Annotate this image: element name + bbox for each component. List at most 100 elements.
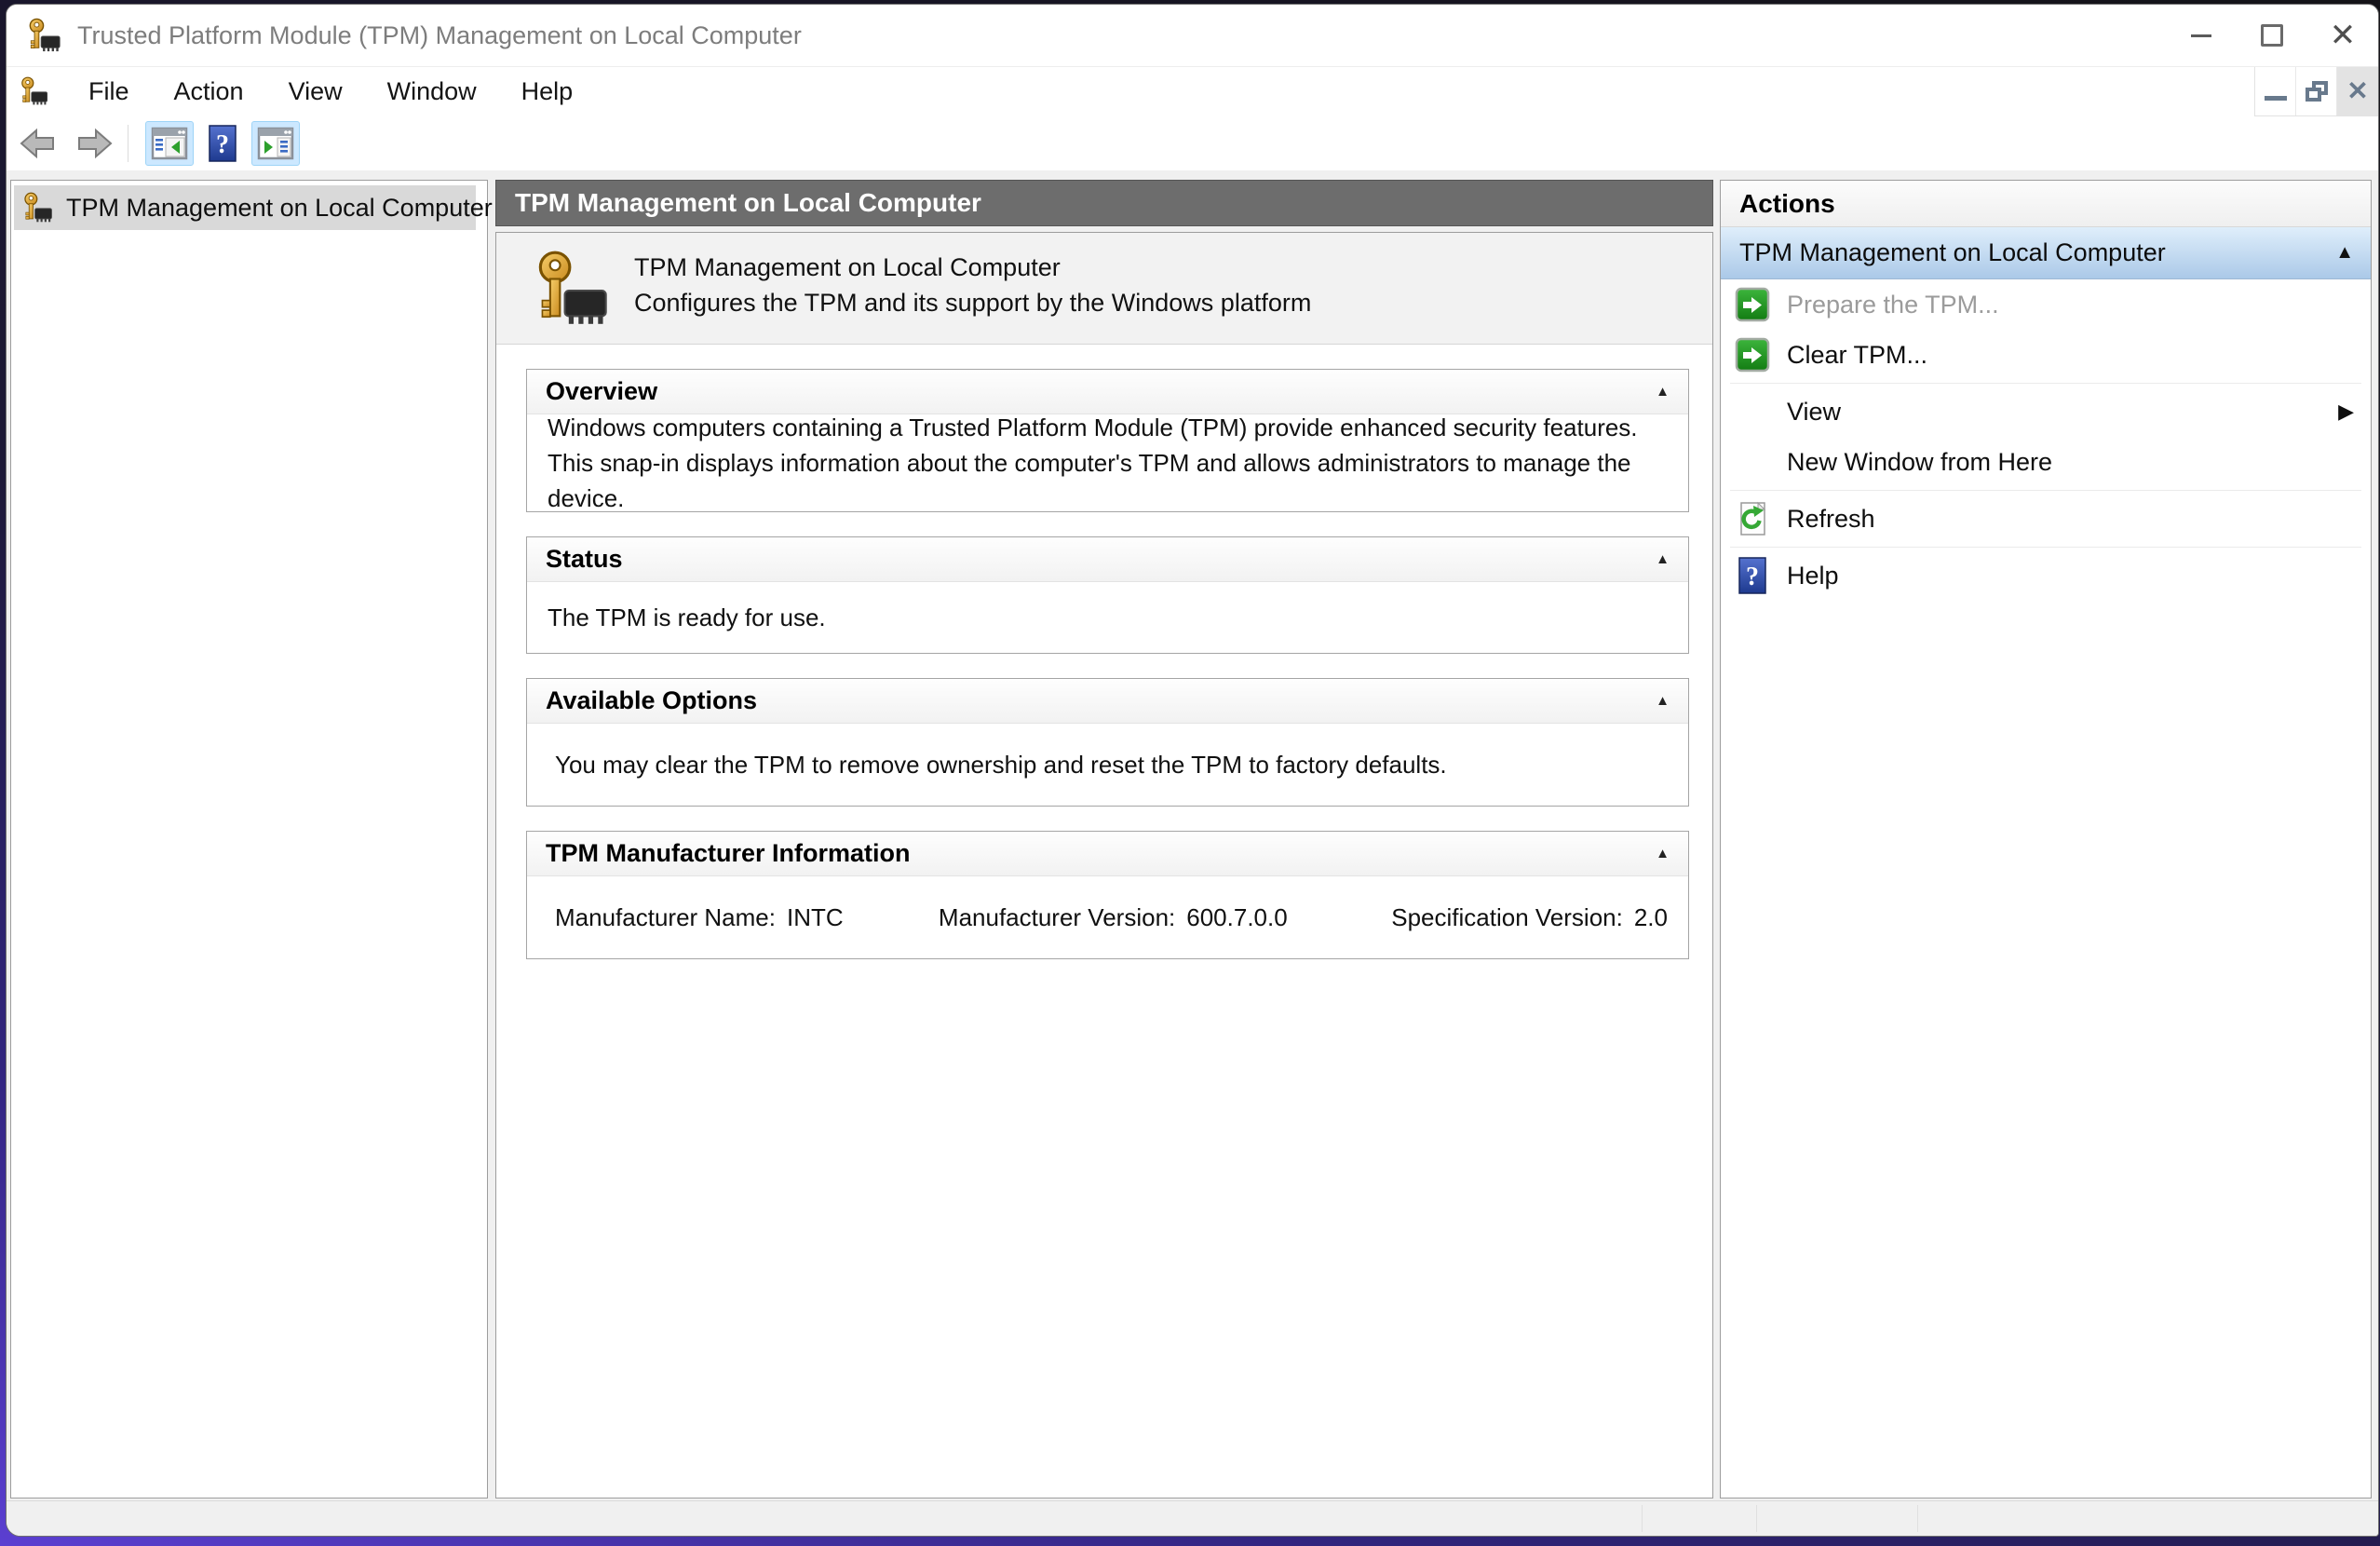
center-pane-header: TPM Management on Local Computer [495,180,1713,226]
options-text: You may clear the TPM to remove ownershi… [548,747,1447,782]
field-value: INTC [787,903,844,931]
statusbar-separator [1756,1505,1757,1532]
section-overview-header[interactable]: Overview ▲ [527,370,1688,414]
toolbar [7,116,2378,170]
tpm-key-icon-large [534,248,612,330]
menu-window[interactable]: Window [365,67,499,116]
console-tree-pane: TPM Management on Local Computer [10,180,488,1499]
collapse-icon[interactable]: ▲ [1656,551,1670,567]
field-label: Manufacturer Name: [555,903,776,931]
show-console-tree-button[interactable] [145,121,194,166]
status-bar [7,1500,2378,1536]
tpm-app-icon-small [20,76,49,106]
collapse-icon[interactable]: ▲ [1656,846,1670,861]
mmc-window: Trusted Platform Module (TPM) Management… [6,4,2379,1537]
tpm-app-icon [27,18,62,53]
actions-group-header[interactable]: TPM Management on Local Computer ▲ [1721,227,2371,279]
forward-icon [74,125,115,162]
field-label: Specification Version: [1391,903,1623,931]
section-overview-content: Windows computers containing a Trusted P… [527,414,1688,511]
actions-group-label: TPM Management on Local Computer [1739,238,2166,267]
manufacturer-name-field: Manufacturer Name: INTC [555,900,939,935]
action-new-window[interactable]: New Window from Here [1721,437,2371,487]
action-label: Prepare the TPM... [1787,291,1999,319]
tree-item-label: TPM Management on Local Computer [66,194,493,223]
console-close-button[interactable]: ✕ [2337,67,2378,115]
show-action-pane-button[interactable] [251,121,300,166]
section-title: Available Options [546,686,757,715]
green-arrow-icon [1734,336,1771,373]
center-pane-body: TPM Management on Local Computer Configu… [495,232,1713,1499]
action-refresh[interactable]: Refresh [1721,494,2371,544]
section-overview: Overview ▲ Windows computers containing … [526,369,1689,512]
close-icon: ✕ [2346,78,2368,104]
section-available-options-header[interactable]: Available Options ▲ [527,679,1688,724]
show-action-pane-icon [257,127,294,160]
help-icon [204,125,241,162]
section-title: TPM Manufacturer Information [546,839,911,868]
main-area: TPM Management on Local Computer TPM Man… [7,170,2378,1502]
actions-separator [1730,383,2361,384]
minimize-button[interactable] [2166,5,2237,66]
action-clear-tpm[interactable]: Clear TPM... [1721,330,2371,380]
maximize-button[interactable] [2237,5,2307,66]
action-help[interactable]: Help [1721,550,2371,601]
section-title: Status [546,545,623,574]
manufacturer-version-field: Manufacturer Version:600.7.0.0 [939,900,1391,935]
green-arrow-icon [1734,286,1771,323]
action-label: Refresh [1787,505,1875,534]
menu-action[interactable]: Action [152,67,266,116]
restore-icon [2306,81,2328,102]
specification-version-field: Specification Version: 2.0 [1391,900,1668,935]
status-text: The TPM is ready for use. [548,600,826,635]
menu-help[interactable]: Help [499,67,596,116]
field-label: Manufacturer Version: [939,903,1175,931]
collapse-icon[interactable]: ▲ [1656,384,1670,400]
overview-text: Windows computers containing a Trusted P… [548,410,1668,516]
statusbar-separator [1642,1505,1643,1532]
section-status-header[interactable]: Status ▲ [527,537,1688,582]
section-status: Status ▲ The TPM is ready for use. [526,536,1689,654]
section-available-options: Available Options ▲ You may clear the TP… [526,678,1689,807]
action-label: Help [1787,562,1839,590]
show-console-tree-icon [151,127,188,160]
action-prepare-tpm[interactable]: Prepare the TPM... [1721,279,2371,330]
section-manufacturer-info-header[interactable]: TPM Manufacturer Information ▲ [527,832,1688,876]
section-status-content: The TPM is ready for use. [527,582,1688,653]
close-button[interactable]: ✕ [2307,5,2378,66]
collapse-icon[interactable]: ▲ [1656,693,1670,709]
actions-separator [1730,547,2361,548]
description-band: TPM Management on Local Computer Configu… [496,233,1712,345]
back-button[interactable] [14,121,62,166]
submenu-arrow-icon: ▶ [2338,400,2354,424]
console-minimize-button[interactable] [2255,67,2296,115]
minimize-icon [2265,96,2287,101]
tpm-key-icon [21,192,55,224]
center-pane: TPM Management on Local Computer TPM Man… [495,180,1713,1499]
action-label: New Window from Here [1787,448,2052,477]
section-manufacturer-info: TPM Manufacturer Information ▲ Manufactu… [526,831,1689,959]
maximize-icon [2261,24,2283,47]
description-title: TPM Management on Local Computer [634,253,1061,282]
refresh-icon [1734,500,1771,537]
statusbar-separator [1917,1505,1918,1532]
section-title: Overview [546,377,657,406]
forward-button[interactable] [70,121,118,166]
menu-file[interactable]: File [66,67,152,116]
help-toolbar-button[interactable] [201,121,244,166]
actions-separator [1730,490,2361,491]
menu-view[interactable]: View [266,67,365,116]
field-value: 2.0 [1634,903,1668,931]
console-restore-button[interactable] [2296,67,2337,115]
tree-item-tpm-management[interactable]: TPM Management on Local Computer [14,185,476,230]
close-icon: ✕ [2330,20,2357,51]
help-icon [1734,557,1771,594]
section-available-options-content: You may clear the TPM to remove ownershi… [527,724,1688,806]
back-icon [18,125,59,162]
menu-bar: File Action View Window Help ✕ [7,66,2378,116]
window-title: Trusted Platform Module (TPM) Management… [77,21,802,50]
description-subtitle: Configures the TPM and its support by th… [634,289,1311,318]
action-view[interactable]: View ▶ [1721,386,2371,437]
action-label: View [1787,398,1841,427]
collapse-icon[interactable]: ▲ [2335,242,2354,264]
